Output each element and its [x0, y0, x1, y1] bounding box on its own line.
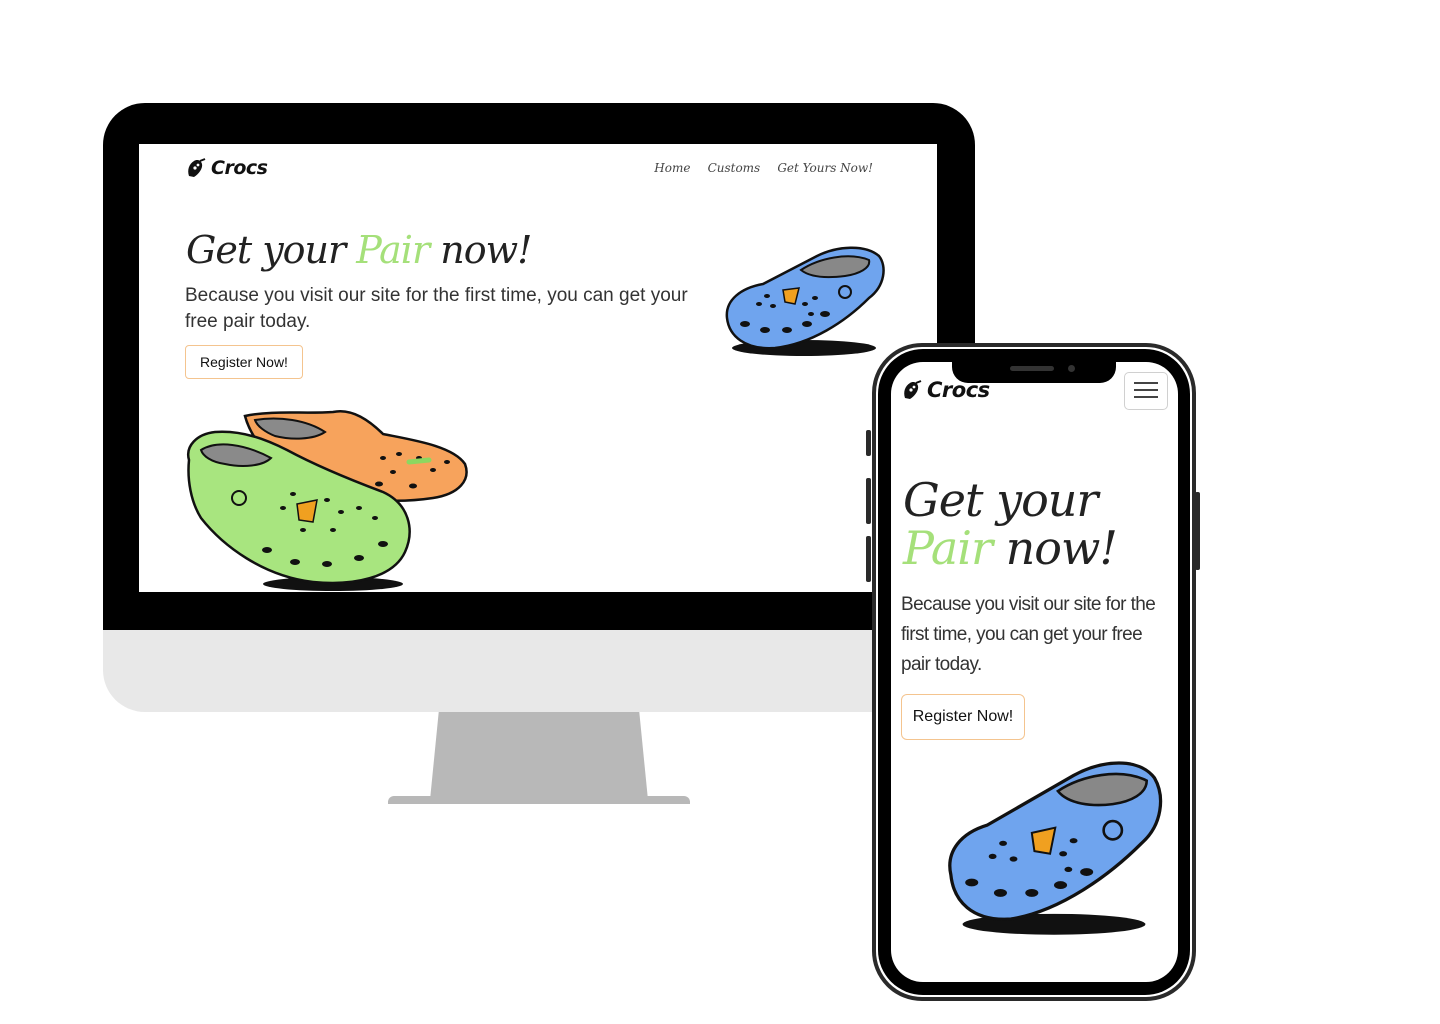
mobile-hero-title-start: Get your	[903, 473, 1098, 527]
crocs-logo-icon	[904, 380, 922, 399]
monitor-base	[388, 796, 690, 804]
nav-customs[interactable]: Customs	[708, 161, 761, 175]
nav-get-yours-now[interactable]: Get Yours Now!	[777, 161, 873, 175]
mobile-blue-clog-image	[948, 761, 1163, 935]
desktop-screen: Crocs Home Customs Get Yours Now! Get yo…	[139, 144, 937, 592]
phone-speaker	[1010, 366, 1054, 371]
phone-notch	[952, 356, 1116, 383]
desktop-nav: Home Customs Get Yours Now!	[642, 157, 873, 176]
mobile-register-now-button[interactable]: Register Now!	[901, 694, 1025, 740]
hero-title-end: now!	[440, 228, 532, 272]
register-now-button[interactable]: Register Now!	[185, 345, 303, 379]
phone-volume-up	[866, 478, 871, 524]
phone-volume-down	[866, 536, 871, 582]
monitor-chin	[103, 630, 975, 712]
phone-camera	[1068, 365, 1075, 372]
mobile-screen: Crocs Get your Pair now! Because you vis…	[891, 362, 1178, 982]
nav-home[interactable]: Home	[654, 161, 690, 175]
hamburger-menu-icon	[1134, 381, 1158, 398]
monitor-stand	[430, 712, 648, 800]
hero-subtitle: Because you visit our site for the first…	[185, 285, 688, 332]
phone-silent-switch	[866, 430, 871, 456]
hamburger-menu-button[interactable]	[1124, 372, 1168, 410]
hero-title-start: Get your	[186, 228, 346, 272]
mobile-hero-title-end: now!	[1005, 521, 1118, 575]
hero-title-accent: Pair	[356, 228, 430, 272]
brand-name: Crocs	[211, 157, 268, 179]
blue-clog-image	[725, 246, 885, 356]
orange-green-clogs-image	[186, 409, 468, 591]
hero-title: Get your Pair now!	[186, 228, 532, 272]
crocs-logo-icon	[188, 158, 206, 177]
mobile-hero-title-accent: Pair	[903, 521, 993, 575]
mobile-hero-title: Get your Pair now!	[903, 476, 1163, 572]
desktop-brand[interactable]: Crocs	[185, 156, 268, 180]
mobile-hero-subtitle: Because you visit our site for the first…	[901, 594, 1156, 675]
